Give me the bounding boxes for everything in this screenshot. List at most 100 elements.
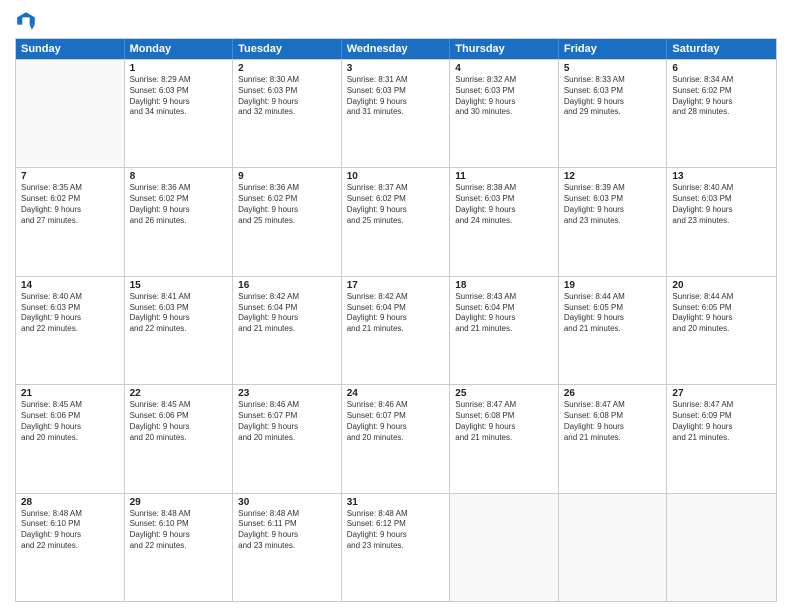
calendar-header-cell: Friday	[559, 39, 668, 59]
calendar-cell: 4Sunrise: 8:32 AMSunset: 6:03 PMDaylight…	[450, 60, 559, 167]
day-number: 26	[564, 388, 662, 399]
cell-info-line: Sunrise: 8:44 AM	[672, 292, 771, 303]
cell-info-line: Daylight: 9 hours	[672, 205, 771, 216]
cell-info-line: Sunrise: 8:42 AM	[347, 292, 445, 303]
cell-info-line: Daylight: 9 hours	[21, 422, 119, 433]
cell-info-line: Daylight: 9 hours	[564, 313, 662, 324]
header	[15, 10, 777, 32]
cell-info-line: Sunrise: 8:39 AM	[564, 183, 662, 194]
cell-info-line: Sunset: 6:03 PM	[238, 86, 336, 97]
calendar-cell: 21Sunrise: 8:45 AMSunset: 6:06 PMDayligh…	[16, 385, 125, 492]
calendar-cell: 8Sunrise: 8:36 AMSunset: 6:02 PMDaylight…	[125, 168, 234, 275]
cell-info-line: Sunset: 6:07 PM	[238, 411, 336, 422]
cell-info-line: Sunset: 6:02 PM	[21, 194, 119, 205]
calendar-cell: 31Sunrise: 8:48 AMSunset: 6:12 PMDayligh…	[342, 494, 451, 601]
cell-info-line: and 24 minutes.	[455, 216, 553, 227]
calendar-cell: 23Sunrise: 8:46 AMSunset: 6:07 PMDayligh…	[233, 385, 342, 492]
cell-info-line: Sunrise: 8:47 AM	[672, 400, 771, 411]
cell-info-line: and 21 minutes.	[347, 324, 445, 335]
cell-info-line: Sunset: 6:02 PM	[130, 194, 228, 205]
day-number: 22	[130, 388, 228, 399]
cell-info-line: Daylight: 9 hours	[347, 313, 445, 324]
day-number: 13	[672, 171, 771, 182]
calendar-cell: 19Sunrise: 8:44 AMSunset: 6:05 PMDayligh…	[559, 277, 668, 384]
cell-info-line: Sunrise: 8:48 AM	[130, 509, 228, 520]
calendar-header-cell: Tuesday	[233, 39, 342, 59]
day-number: 19	[564, 280, 662, 291]
calendar-cell: 24Sunrise: 8:46 AMSunset: 6:07 PMDayligh…	[342, 385, 451, 492]
cell-info-line: Sunset: 6:03 PM	[564, 86, 662, 97]
cell-info-line: Daylight: 9 hours	[238, 97, 336, 108]
day-number: 30	[238, 497, 336, 508]
cell-info-line: Sunrise: 8:46 AM	[238, 400, 336, 411]
cell-info-line: Daylight: 9 hours	[455, 205, 553, 216]
calendar-header-cell: Thursday	[450, 39, 559, 59]
calendar-header-cell: Saturday	[667, 39, 776, 59]
day-number: 8	[130, 171, 228, 182]
cell-info-line: Daylight: 9 hours	[564, 205, 662, 216]
cell-info-line: Sunrise: 8:34 AM	[672, 75, 771, 86]
cell-info-line: Sunset: 6:03 PM	[672, 194, 771, 205]
calendar-row: 14Sunrise: 8:40 AMSunset: 6:03 PMDayligh…	[16, 276, 776, 384]
calendar-cell: 25Sunrise: 8:47 AMSunset: 6:08 PMDayligh…	[450, 385, 559, 492]
cell-info-line: Daylight: 9 hours	[130, 530, 228, 541]
calendar-cell: 15Sunrise: 8:41 AMSunset: 6:03 PMDayligh…	[125, 277, 234, 384]
cell-info-line: Sunset: 6:06 PM	[21, 411, 119, 422]
cell-info-line: and 26 minutes.	[130, 216, 228, 227]
cell-info-line: and 20 minutes.	[238, 433, 336, 444]
calendar-cell: 14Sunrise: 8:40 AMSunset: 6:03 PMDayligh…	[16, 277, 125, 384]
calendar-header-cell: Sunday	[16, 39, 125, 59]
calendar-header-cell: Wednesday	[342, 39, 451, 59]
cell-info-line: Sunrise: 8:36 AM	[130, 183, 228, 194]
day-number: 3	[347, 63, 445, 74]
calendar-cell: 10Sunrise: 8:37 AMSunset: 6:02 PMDayligh…	[342, 168, 451, 275]
day-number: 16	[238, 280, 336, 291]
cell-info-line: Sunrise: 8:40 AM	[21, 292, 119, 303]
calendar-cell: 9Sunrise: 8:36 AMSunset: 6:02 PMDaylight…	[233, 168, 342, 275]
cell-info-line: and 34 minutes.	[130, 107, 228, 118]
cell-info-line: Sunset: 6:12 PM	[347, 519, 445, 530]
cell-info-line: Sunrise: 8:47 AM	[564, 400, 662, 411]
cell-info-line: and 27 minutes.	[21, 216, 119, 227]
cell-info-line: Sunrise: 8:42 AM	[238, 292, 336, 303]
cell-info-line: and 28 minutes.	[672, 107, 771, 118]
cell-info-line: and 23 minutes.	[347, 541, 445, 552]
cell-info-line: Sunrise: 8:43 AM	[455, 292, 553, 303]
calendar-cell: 22Sunrise: 8:45 AMSunset: 6:06 PMDayligh…	[125, 385, 234, 492]
cell-info-line: Daylight: 9 hours	[238, 313, 336, 324]
calendar-body: 1Sunrise: 8:29 AMSunset: 6:03 PMDaylight…	[16, 59, 776, 601]
calendar: SundayMondayTuesdayWednesdayThursdayFrid…	[15, 38, 777, 602]
cell-info-line: and 29 minutes.	[564, 107, 662, 118]
cell-info-line: Sunrise: 8:29 AM	[130, 75, 228, 86]
day-number: 29	[130, 497, 228, 508]
day-number: 24	[347, 388, 445, 399]
cell-info-line: Sunrise: 8:45 AM	[21, 400, 119, 411]
calendar-cell: 7Sunrise: 8:35 AMSunset: 6:02 PMDaylight…	[16, 168, 125, 275]
cell-info-line: Sunset: 6:05 PM	[672, 303, 771, 314]
cell-info-line: Sunrise: 8:48 AM	[238, 509, 336, 520]
cell-info-line: Daylight: 9 hours	[130, 205, 228, 216]
cell-info-line: Daylight: 9 hours	[21, 530, 119, 541]
cell-info-line: and 20 minutes.	[347, 433, 445, 444]
cell-info-line: Sunrise: 8:45 AM	[130, 400, 228, 411]
day-number: 7	[21, 171, 119, 182]
cell-info-line: Daylight: 9 hours	[672, 97, 771, 108]
calendar-cell: 13Sunrise: 8:40 AMSunset: 6:03 PMDayligh…	[667, 168, 776, 275]
calendar-cell: 5Sunrise: 8:33 AMSunset: 6:03 PMDaylight…	[559, 60, 668, 167]
logo-icon	[15, 10, 37, 32]
cell-info-line: Sunset: 6:11 PM	[238, 519, 336, 530]
day-number: 14	[21, 280, 119, 291]
day-number: 15	[130, 280, 228, 291]
calendar-cell	[559, 494, 668, 601]
cell-info-line: Sunset: 6:03 PM	[564, 194, 662, 205]
day-number: 12	[564, 171, 662, 182]
cell-info-line: and 20 minutes.	[21, 433, 119, 444]
cell-info-line: Daylight: 9 hours	[21, 313, 119, 324]
day-number: 25	[455, 388, 553, 399]
cell-info-line: Sunset: 6:06 PM	[130, 411, 228, 422]
calendar-cell: 1Sunrise: 8:29 AMSunset: 6:03 PMDaylight…	[125, 60, 234, 167]
cell-info-line: Daylight: 9 hours	[130, 422, 228, 433]
day-number: 20	[672, 280, 771, 291]
cell-info-line: Sunset: 6:02 PM	[347, 194, 445, 205]
calendar-header: SundayMondayTuesdayWednesdayThursdayFrid…	[16, 39, 776, 59]
